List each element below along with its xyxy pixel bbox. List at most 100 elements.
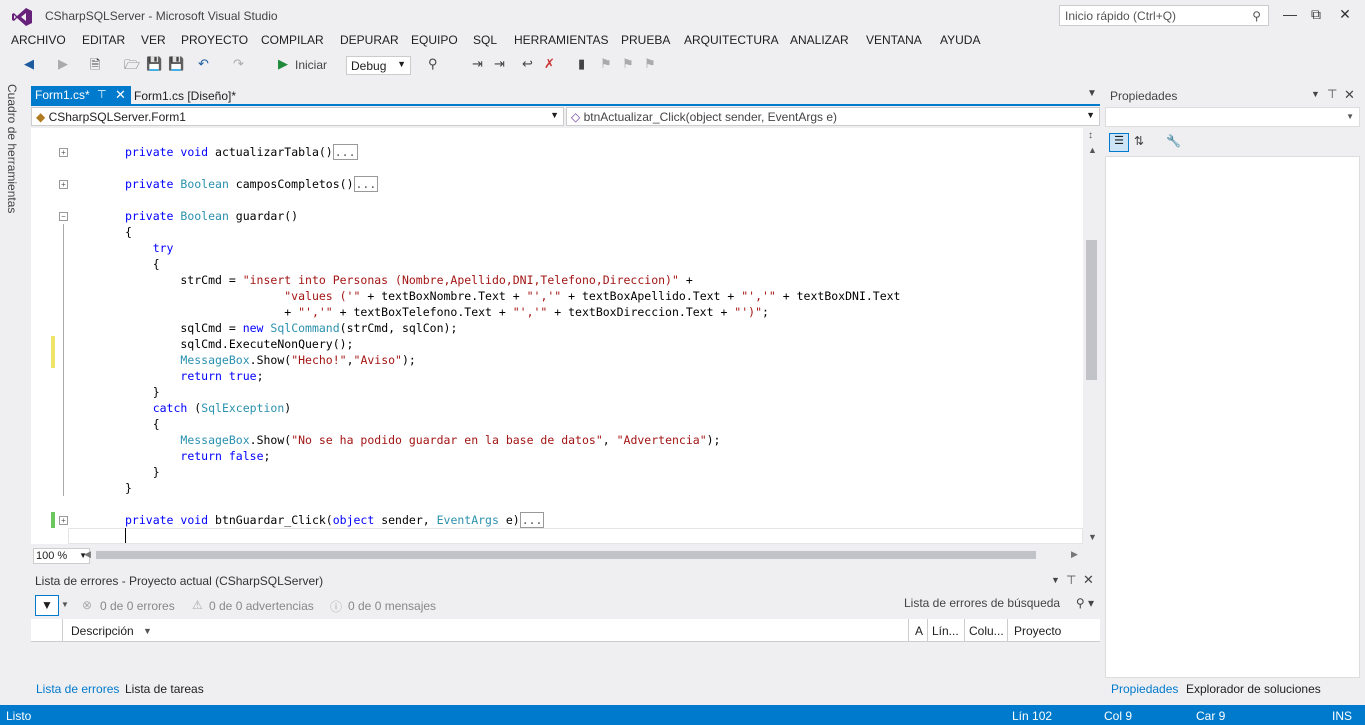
maximize-button[interactable]: ⧉	[1306, 6, 1326, 22]
alphabetical-icon[interactable]: ⇅	[1134, 134, 1144, 148]
menu-arquitectura[interactable]: ARQUITECTURA	[684, 33, 779, 47]
errors-toggle[interactable]: 0 de 0 errores	[100, 599, 175, 613]
code-editor[interactable]: + + − + private void actualizarTabla()..…	[31, 128, 1083, 544]
code-line: sqlCmd = new SqlCommand(strCmd, sqlCon);	[125, 321, 458, 335]
pin-icon[interactable]: ⊤	[97, 88, 107, 101]
column-project[interactable]: Proyecto	[1014, 624, 1061, 638]
window-title: CSharpSQLServer - Microsoft Visual Studi…	[45, 9, 278, 23]
chevron-down-icon: ▼	[1086, 110, 1095, 120]
horizontal-scrollbar-thumb[interactable]	[96, 551, 1036, 559]
menu-analizar[interactable]: ANALIZAR	[790, 33, 849, 47]
categorized-icon[interactable]: ☰	[1109, 133, 1129, 152]
code-line: catch (SqlException)	[152, 401, 292, 415]
prev-bookmark-icon[interactable]: ⚑	[600, 56, 612, 72]
comment-icon[interactable]: ↩	[522, 56, 533, 72]
properties-title: Propiedades	[1110, 89, 1178, 103]
class-dropdown[interactable]: ◆ CSharpSQLServer.Form1 ▼	[31, 107, 564, 126]
menu-prueba[interactable]: PRUEBA	[621, 33, 670, 47]
code-line: }	[125, 481, 132, 495]
object-selector[interactable]: ▼	[1105, 107, 1360, 127]
scroll-right-icon[interactable]: ▶	[1071, 549, 1078, 560]
bookmark-icon[interactable]: ▮	[578, 56, 585, 72]
pin-icon[interactable]: ⊤	[1066, 573, 1076, 587]
error-search-placeholder: Lista de errores de búsqueda	[904, 596, 1061, 610]
code-line: private Boolean camposCompletos()...	[125, 176, 379, 192]
collapse-region-icon[interactable]: −	[59, 212, 68, 221]
panel-menu-icon[interactable]: ▼	[1051, 575, 1060, 585]
close-panel-icon[interactable]: ✕	[1083, 572, 1094, 588]
tab-form1-cs[interactable]: Form1.cs* ⊤ ✕	[31, 86, 131, 105]
tab-properties[interactable]: Propiedades	[1111, 682, 1178, 696]
wrench-icon[interactable]: 🔧	[1166, 134, 1181, 148]
messages-toggle[interactable]: 0 de 0 mensajes	[348, 599, 436, 613]
close-tab-icon[interactable]: ✕	[115, 87, 126, 103]
expand-region-icon[interactable]: +	[59, 516, 68, 525]
status-line: Lín 102	[1012, 709, 1053, 723]
code-line: }	[125, 385, 160, 399]
menu-ventana[interactable]: VENTANA	[866, 33, 922, 47]
start-button-label[interactable]: Iniciar	[295, 58, 327, 72]
column-line[interactable]: Lín...	[932, 624, 959, 638]
find-in-files-icon[interactable]: ⚲	[428, 56, 438, 72]
split-view-icon[interactable]: ↕	[1088, 130, 1093, 141]
error-list-body[interactable]	[31, 643, 1100, 678]
tab-solution-explorer[interactable]: Explorador de soluciones	[1186, 682, 1321, 696]
menu-ayuda[interactable]: AYUDA	[940, 33, 980, 47]
code-line: return false;	[180, 449, 271, 463]
undo-icon[interactable]: ↶	[198, 56, 209, 72]
step-over-icon[interactable]: ⇥	[494, 56, 505, 72]
menu-equipo[interactable]: EQUIPO	[411, 33, 458, 47]
column-description[interactable]: Descripción	[71, 624, 134, 638]
next-bookmark-icon[interactable]: ⚑	[622, 56, 634, 72]
start-icon[interactable]: ▶	[278, 56, 288, 72]
menu-compilar[interactable]: COMPILAR	[261, 33, 324, 47]
back-icon[interactable]: ◀	[24, 56, 34, 72]
menu-depurar[interactable]: DEPURAR	[340, 33, 399, 47]
error-search-input[interactable]: Lista de errores de búsqueda ⚲ ▾	[898, 593, 1098, 614]
menu-archivo[interactable]: ARCHIVO	[11, 33, 66, 47]
minimize-button[interactable]: —	[1280, 6, 1300, 22]
column-column[interactable]: Colu...	[969, 624, 1004, 638]
expand-region-icon[interactable]: +	[59, 148, 68, 157]
menu-editar[interactable]: EDITAR	[82, 33, 125, 47]
tab-list-dropdown-icon[interactable]: ▼	[1087, 88, 1097, 99]
scroll-up-icon[interactable]: ▲	[1088, 145, 1097, 155]
new-project-icon[interactable]: 🗎	[90, 56, 100, 78]
menu-ver[interactable]: VER	[141, 33, 166, 47]
save-all-icon[interactable]: 💾	[168, 56, 184, 72]
solution-config-select[interactable]: Debug ▼	[346, 56, 411, 75]
menu-proyecto[interactable]: PROYECTO	[181, 33, 248, 47]
tab-error-list[interactable]: Lista de errores	[36, 682, 119, 696]
toolbox-tab[interactable]: Cuadro de herramientas	[0, 84, 26, 214]
uncomment-icon[interactable]: ✗	[544, 56, 555, 72]
filter-icon[interactable]: ▼	[35, 595, 59, 616]
property-grid[interactable]	[1105, 156, 1360, 678]
pin-icon[interactable]: ⊤	[1327, 87, 1337, 101]
close-panel-icon[interactable]: ✕	[1344, 87, 1355, 103]
warnings-toggle[interactable]: 0 de 0 advertencias	[209, 599, 314, 613]
chevron-down-icon[interactable]: ▼	[61, 600, 69, 609]
column-file[interactable]: A	[915, 624, 923, 638]
close-button[interactable]: ✕	[1335, 6, 1355, 22]
tab-task-list[interactable]: Lista de tareas	[125, 682, 204, 696]
menu-sql[interactable]: SQL	[473, 33, 497, 47]
code-line: + "','" + textBoxTelefono.Text + "','" +…	[125, 305, 769, 319]
tab-form1-design[interactable]: Form1.cs [Diseño]*	[134, 89, 236, 103]
scroll-down-icon[interactable]: ▼	[1088, 532, 1097, 542]
step-icon[interactable]: ⇥	[472, 56, 483, 72]
forward-icon[interactable]: ▶	[58, 56, 68, 72]
clear-bookmarks-icon[interactable]: ⚑	[644, 56, 656, 72]
redo-icon[interactable]: ↷	[233, 56, 244, 72]
quick-launch-input[interactable]: Inicio rápido (Ctrl+Q) ⚲	[1059, 5, 1269, 26]
save-icon[interactable]: 💾	[146, 56, 162, 72]
panel-menu-icon[interactable]: ▼	[1311, 89, 1320, 99]
scroll-left-icon[interactable]: ◀	[84, 549, 91, 560]
menu-herramientas[interactable]: HERRAMIENTAS	[514, 33, 608, 47]
menu-bar: ARCHIVO EDITAR VER PROYECTO COMPILAR DEP…	[0, 32, 1000, 52]
member-dropdown[interactable]: ◇ btnActualizar_Click(object sender, Eve…	[566, 107, 1100, 126]
code-line: return true;	[180, 369, 264, 383]
open-file-icon[interactable]: 🗁	[124, 56, 140, 78]
expand-region-icon[interactable]: +	[59, 180, 68, 189]
zoom-select[interactable]: 100 % ▼	[33, 548, 90, 564]
scrollbar-thumb[interactable]	[1086, 240, 1097, 380]
